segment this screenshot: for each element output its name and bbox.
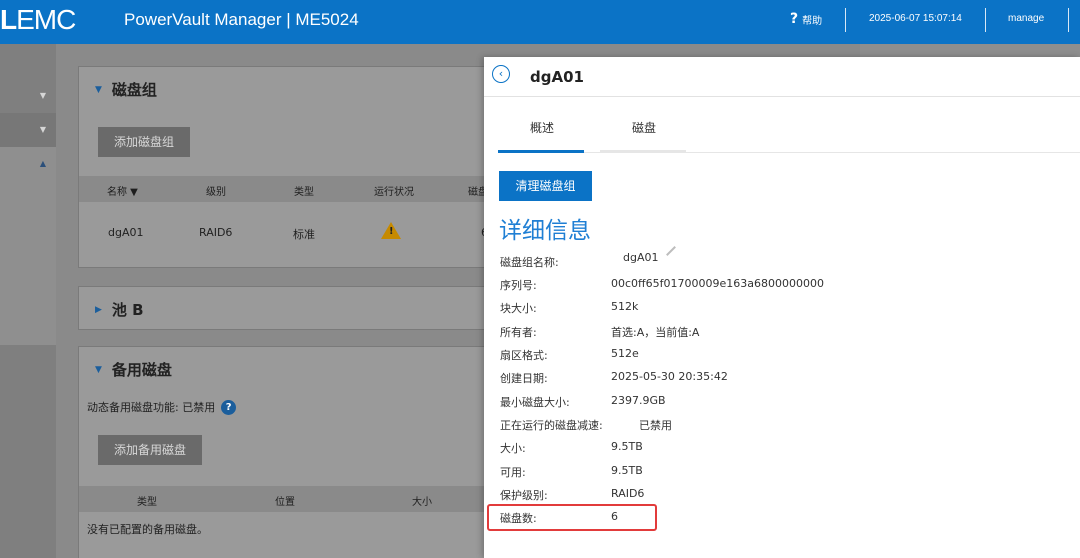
field-value: dgA01 bbox=[623, 251, 659, 264]
field-value: 9.5TB bbox=[611, 464, 643, 477]
field-value: 00c0ff65f01700009e163a6800000000 bbox=[611, 277, 824, 290]
help-link[interactable]: ? 帮助 bbox=[790, 11, 822, 27]
field-label: 大小: bbox=[500, 442, 526, 455]
inactive-tab-indicator bbox=[600, 150, 686, 153]
divider bbox=[484, 96, 1080, 97]
nav-item[interactable]: ▼ bbox=[0, 79, 56, 113]
field-label: 创建日期: bbox=[500, 372, 548, 385]
left-nav: ▼ ▼ ▲ bbox=[0, 44, 56, 558]
tab-overview[interactable]: 概述 bbox=[530, 119, 554, 136]
dynamic-spares-status: 动态备用磁盘功能: 已禁用 ? bbox=[87, 399, 237, 415]
cell-level: RAID6 bbox=[199, 226, 233, 239]
chevron-down-icon: ▼ bbox=[39, 91, 46, 100]
column-header[interactable]: 运行状况 bbox=[374, 183, 414, 198]
tabs-divider bbox=[498, 152, 1080, 153]
field-value: RAID6 bbox=[611, 487, 645, 500]
field-value: 512k bbox=[611, 300, 639, 313]
field-label: 最小磁盘大小: bbox=[500, 396, 570, 409]
edit-pencil-icon[interactable] bbox=[666, 246, 676, 256]
disk-group-detail-panel: ‹ dgA01 概述 磁盘 清理磁盘组 详细信息 磁盘组名称: dgA01 序列… bbox=[484, 57, 1080, 558]
section-title: 备用磁盘 bbox=[111, 361, 172, 379]
add-spare-button[interactable]: 添加备用磁盘 bbox=[98, 435, 203, 465]
field-value: 512e bbox=[611, 347, 639, 360]
caret-down-icon: ▼ bbox=[95, 364, 102, 375]
column-header[interactable]: 类型 bbox=[294, 183, 314, 198]
field-value: 首选:A，当前值:A bbox=[611, 326, 700, 339]
system-datetime: 2025-06-07 15:07:14 bbox=[869, 13, 962, 24]
header-divider bbox=[1068, 8, 1069, 32]
spares-header[interactable]: ▼ 备用磁盘 bbox=[95, 359, 172, 380]
help-circle-icon[interactable]: ? bbox=[221, 399, 237, 415]
spares-empty-text: 没有已配置的备用磁盘。 bbox=[87, 523, 208, 536]
caret-right-icon: ▶ bbox=[95, 304, 102, 315]
field-label: 正在运行的磁盘减速: bbox=[500, 419, 603, 432]
field-value: 2025-05-30 20:35:42 bbox=[611, 370, 728, 383]
column-header[interactable]: 大小 bbox=[412, 493, 432, 508]
help-icon: ? bbox=[790, 11, 799, 27]
spares-section: ▼ 备用磁盘 动态备用磁盘功能: 已禁用 ? 添加备用磁盘 类型 位置 大小 没… bbox=[78, 346, 499, 558]
brand-logo: LEMC bbox=[0, 4, 76, 35]
field-label: 磁盘组名称: bbox=[500, 256, 559, 269]
details-heading: 详细信息 bbox=[499, 218, 591, 244]
field-label: 序列号: bbox=[500, 279, 537, 292]
column-header[interactable]: 位置 bbox=[275, 493, 295, 508]
nav-item[interactable]: ▼ bbox=[0, 113, 56, 147]
table-row[interactable]: dgA01 RAID6 标准 ! 6 bbox=[79, 202, 499, 258]
header-divider bbox=[845, 8, 846, 32]
pool-b-section[interactable]: ▶ 池 B bbox=[78, 286, 498, 330]
top-header: LEMC PowerVault Manager | ME5024 ? 帮助 20… bbox=[0, 0, 1080, 44]
column-header[interactable]: 名称 ▼ bbox=[107, 183, 138, 198]
chevron-down-icon: ▼ bbox=[39, 125, 46, 134]
field-label: 可用: bbox=[500, 466, 526, 479]
column-header[interactable]: 级别 bbox=[206, 183, 226, 198]
dynamic-spares-label: 动态备用磁盘功能: 已禁用 bbox=[87, 401, 216, 414]
field-label: 块大小: bbox=[500, 302, 537, 315]
detail-title: dgA01 bbox=[530, 68, 584, 86]
field-value: 9.5TB bbox=[611, 440, 643, 453]
spares-table-header: 类型 位置 大小 bbox=[79, 486, 499, 512]
disk-groups-table-header: 名称 ▼ 级别 类型 运行状况 磁盘 bbox=[79, 176, 499, 202]
section-title: 磁盘组 bbox=[111, 81, 157, 99]
chevron-up-icon: ▲ bbox=[39, 159, 46, 168]
tab-disks[interactable]: 磁盘 bbox=[632, 119, 656, 136]
app-title: PowerVault Manager | ME5024 bbox=[124, 10, 359, 29]
pool-b-header[interactable]: ▶ 池 B bbox=[95, 299, 144, 320]
field-label: 保护级别: bbox=[500, 489, 548, 502]
disk-groups-section: ▼ 磁盘组 添加磁盘组 名称 ▼ 级别 类型 运行状况 磁盘 dgA01 RAI… bbox=[78, 66, 499, 268]
column-header[interactable]: 类型 bbox=[137, 493, 157, 508]
disk-groups-header[interactable]: ▼ 磁盘组 bbox=[95, 79, 157, 100]
field-label: 扇区格式: bbox=[500, 349, 548, 362]
section-title: 池 B bbox=[111, 301, 144, 319]
cell-name: dgA01 bbox=[108, 226, 144, 239]
user-menu[interactable]: manage bbox=[1008, 13, 1044, 24]
header-divider bbox=[985, 8, 986, 32]
caret-down-icon: ▼ bbox=[95, 84, 102, 95]
cell-type: 标准 bbox=[293, 228, 315, 241]
field-value: 已禁用 bbox=[639, 419, 672, 432]
add-disk-group-button[interactable]: 添加磁盘组 bbox=[98, 127, 191, 157]
nav-item-expanded[interactable]: ▲ bbox=[0, 147, 56, 345]
field-value: 2397.9GB bbox=[611, 394, 666, 407]
disk-count-highlight bbox=[487, 504, 657, 531]
help-label: 帮助 bbox=[802, 15, 823, 27]
active-tab-indicator bbox=[498, 150, 584, 153]
back-icon[interactable]: ‹ bbox=[492, 65, 510, 83]
scrub-disk-group-button[interactable]: 清理磁盘组 bbox=[499, 171, 592, 201]
field-label: 所有者: bbox=[500, 326, 537, 339]
warning-icon: ! bbox=[381, 222, 401, 239]
